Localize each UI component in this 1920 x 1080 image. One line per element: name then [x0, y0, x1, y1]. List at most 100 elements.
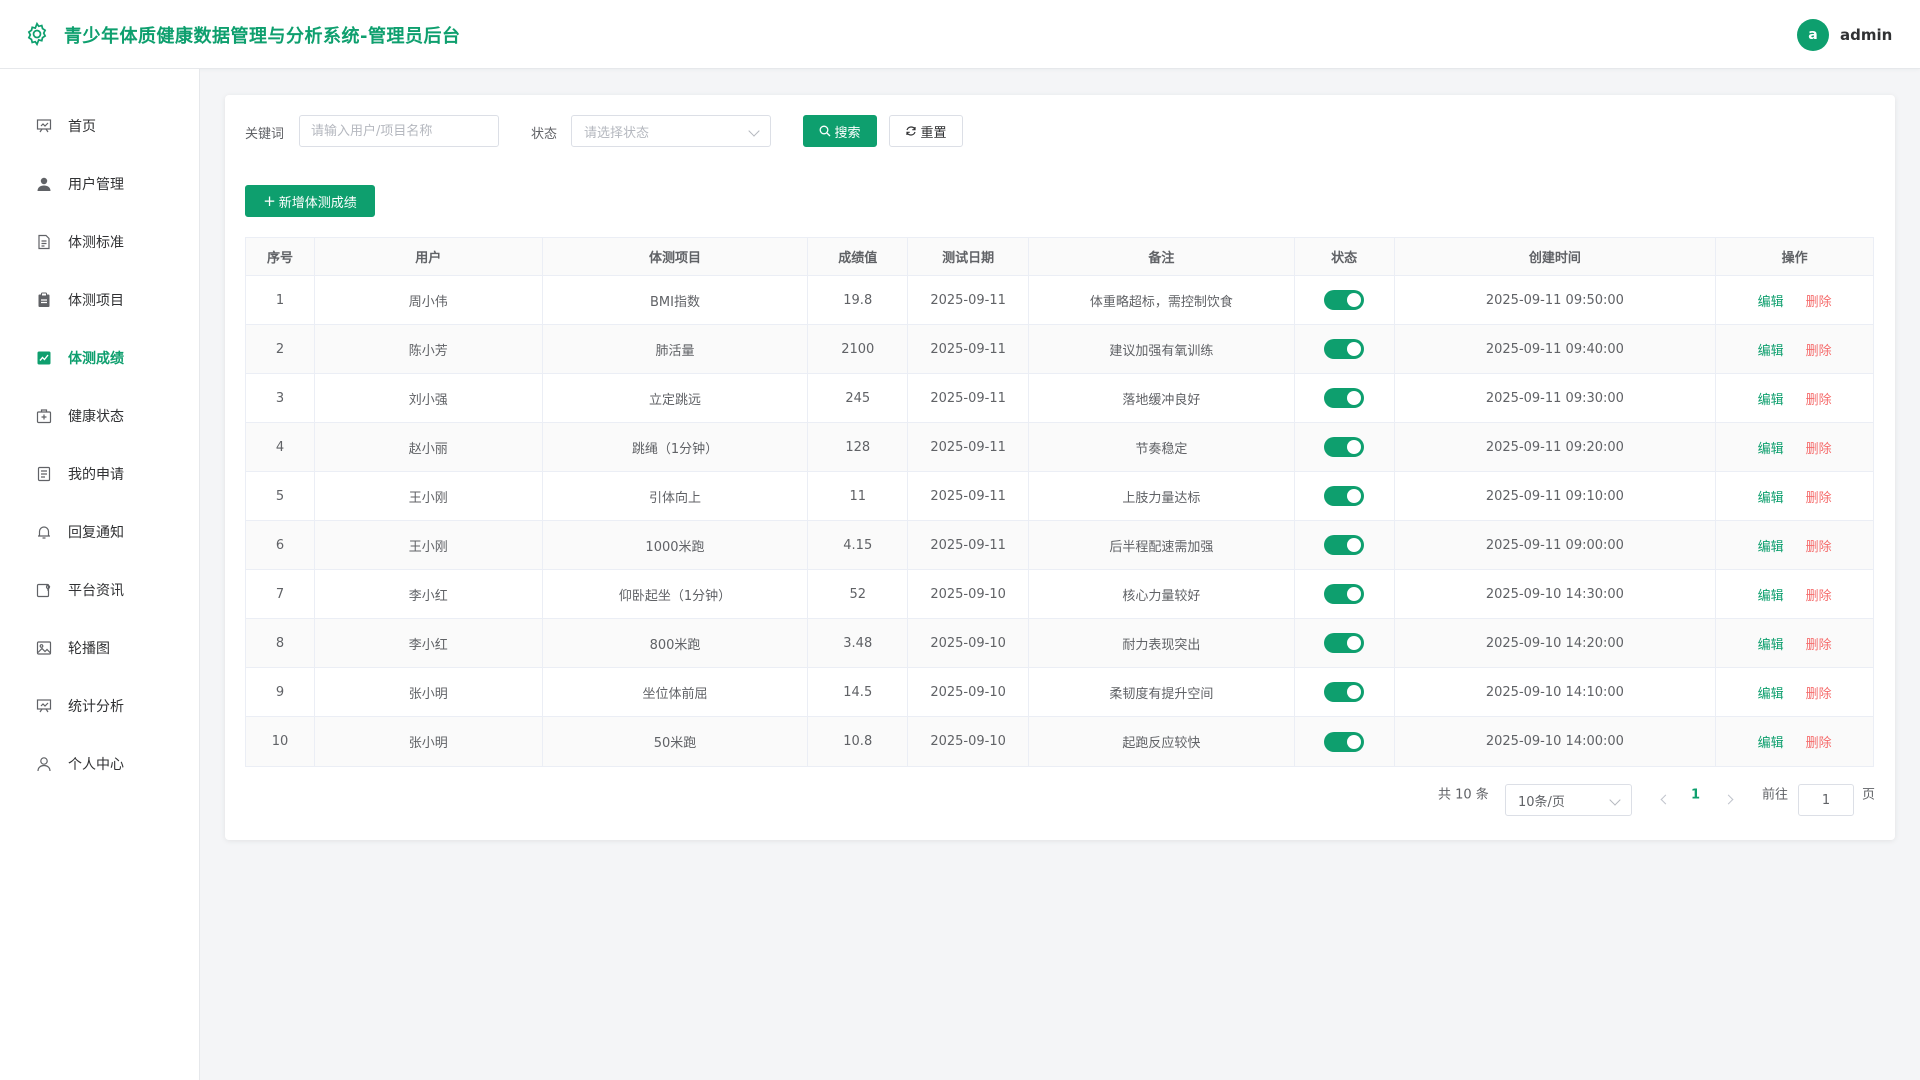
next-page-icon[interactable] [1723, 794, 1734, 805]
cell-note: 耐力表现突出 [1029, 619, 1295, 667]
cell-created: 2025-09-11 09:10:00 [1395, 472, 1717, 520]
cell-score: 19.8 [808, 276, 909, 324]
delete-button[interactable]: 删除 [1806, 634, 1832, 653]
sidebar-item-profile[interactable]: 个人中心 [0, 735, 199, 793]
cell-created: 2025-09-11 09:40:00 [1395, 325, 1717, 373]
add-score-button[interactable]: + 新增体测成绩 [245, 185, 375, 217]
column-header-col-status: 状态 [1295, 238, 1395, 275]
sidebar-item-test-scores[interactable]: 体测成绩 [0, 329, 199, 387]
status-toggle[interactable] [1324, 633, 1365, 653]
column-header-col-note: 备注 [1029, 238, 1295, 275]
status-toggle[interactable] [1324, 290, 1365, 310]
delete-button[interactable]: 删除 [1806, 536, 1832, 555]
user-icon [36, 176, 52, 192]
cell-note: 后半程配速需加强 [1029, 521, 1295, 569]
top-header: 青少年体质健康数据管理与分析系统-管理员后台 a admin [0, 0, 1920, 69]
cell-created: 2025-09-10 14:10:00 [1395, 668, 1717, 716]
avatar[interactable]: a [1797, 19, 1829, 51]
reset-button[interactable]: 重置 [889, 115, 963, 147]
delete-button[interactable]: 删除 [1806, 340, 1832, 359]
edit-button[interactable]: 编辑 [1758, 585, 1784, 604]
edit-button[interactable]: 编辑 [1758, 438, 1784, 457]
goto-page-input[interactable] [1798, 784, 1854, 816]
table-row: 2 陈小芳 肺活量 2100 2025-09-11 建议加强有氧训练 2025-09-11 … [246, 325, 1873, 374]
delete-button[interactable]: 删除 [1806, 291, 1832, 310]
table-row: 6 王小刚 1000米跑 4.15 2025-09-11 后半程配速需加强 2025-09-… [246, 521, 1873, 570]
edit-button[interactable]: 编辑 [1758, 732, 1784, 751]
sidebar-item-statistics[interactable]: 统计分析 [0, 677, 199, 735]
status-toggle[interactable] [1324, 339, 1365, 359]
table-body: 1 周小伟 BMI指数 19.8 2025-09-11 体重略超标，需控制饮食 2025-0… [246, 276, 1873, 766]
status-select[interactable]: 请选择状态 [571, 115, 771, 147]
delete-button[interactable]: 删除 [1806, 487, 1832, 506]
cell-item: 立定跳远 [543, 374, 809, 422]
sidebar-item-carousel[interactable]: 轮播图 [0, 619, 199, 677]
edit-button[interactable]: 编辑 [1758, 340, 1784, 359]
sidebar-item-health[interactable]: 健康状态 [0, 387, 199, 445]
person-icon [36, 756, 52, 772]
sidebar-item-notifications[interactable]: 回复通知 [0, 503, 199, 561]
delete-button[interactable]: 删除 [1806, 389, 1832, 408]
cell-item: BMI指数 [543, 276, 809, 324]
search-button-label: 搜索 [834, 125, 861, 141]
status-toggle[interactable] [1324, 437, 1365, 457]
page-suffix: 页 [1862, 787, 1876, 803]
sidebar-item-applications[interactable]: 我的申请 [0, 445, 199, 503]
scores-table: 序号 用户 体测项目 成绩值 测试日期 备注 状态 创建时间 操作 1 周小伟 BMI指数 19.8 2… [245, 237, 1874, 767]
clipboard-icon [36, 292, 52, 308]
sidebar-item-test-items[interactable]: 体测项目 [0, 271, 199, 329]
status-toggle[interactable] [1324, 731, 1365, 752]
cell-status [1295, 717, 1395, 766]
cell-created: 2025-09-10 14:20:00 [1395, 619, 1717, 667]
sidebar-item-label: 我的申请 [68, 467, 124, 483]
prev-page-icon[interactable] [1660, 794, 1671, 805]
sidebar-item-label: 回复通知 [68, 525, 124, 541]
status-select-placeholder: 请选择状态 [584, 125, 650, 141]
cell-actions: 编辑 删除 [1716, 325, 1873, 373]
cell-status [1295, 276, 1395, 324]
edit-button[interactable]: 编辑 [1758, 683, 1784, 702]
page-number-current[interactable]: 1 [1691, 789, 1700, 802]
status-toggle[interactable] [1324, 535, 1365, 555]
list-document-icon [36, 466, 52, 482]
status-toggle[interactable] [1324, 584, 1365, 604]
page-size-select[interactable]: 10条/页 [1505, 784, 1632, 816]
cell-note: 柔韧度有提升空间 [1029, 668, 1295, 716]
cell-score: 2100 [808, 325, 909, 373]
status-toggle[interactable] [1324, 682, 1365, 702]
column-header-col-date: 测试日期 [908, 238, 1030, 275]
delete-button[interactable]: 删除 [1806, 683, 1832, 702]
cell-actions: 编辑 删除 [1716, 276, 1873, 324]
cell-status [1295, 374, 1395, 422]
username[interactable]: admin [1840, 26, 1892, 44]
chart-check-icon [36, 350, 52, 366]
cell-idx: 6 [246, 521, 315, 569]
sidebar-item-home[interactable]: 首页 [0, 97, 199, 155]
sidebar-item-users[interactable]: 用户管理 [0, 155, 199, 213]
presentation-icon [36, 698, 52, 714]
edit-button[interactable]: 编辑 [1758, 634, 1784, 653]
cell-note: 起跑反应较快 [1029, 717, 1295, 766]
delete-button[interactable]: 删除 [1806, 732, 1832, 751]
cell-created: 2025-09-11 09:50:00 [1395, 276, 1717, 324]
edit-button[interactable]: 编辑 [1758, 389, 1784, 408]
sidebar-item-label: 个人中心 [68, 757, 124, 773]
delete-button[interactable]: 删除 [1806, 438, 1832, 457]
cell-created: 2025-09-11 09:20:00 [1395, 423, 1717, 471]
sidebar-item-news[interactable]: 平台资讯 [0, 561, 199, 619]
cell-note: 节奏稳定 [1029, 423, 1295, 471]
sidebar-item-standards[interactable]: 体测标准 [0, 213, 199, 271]
cell-date: 2025-09-11 [908, 423, 1030, 471]
edit-button[interactable]: 编辑 [1758, 487, 1784, 506]
cell-actions: 编辑 删除 [1716, 570, 1873, 618]
edit-button[interactable]: 编辑 [1758, 536, 1784, 555]
delete-button[interactable]: 删除 [1806, 585, 1832, 604]
cell-idx: 10 [246, 717, 315, 766]
news-icon [36, 582, 52, 598]
search-button[interactable]: 搜索 [803, 115, 877, 147]
status-toggle[interactable] [1324, 486, 1365, 506]
cell-status [1295, 423, 1395, 471]
status-toggle[interactable] [1324, 388, 1365, 408]
edit-button[interactable]: 编辑 [1758, 291, 1784, 310]
keyword-input[interactable] [299, 115, 499, 147]
